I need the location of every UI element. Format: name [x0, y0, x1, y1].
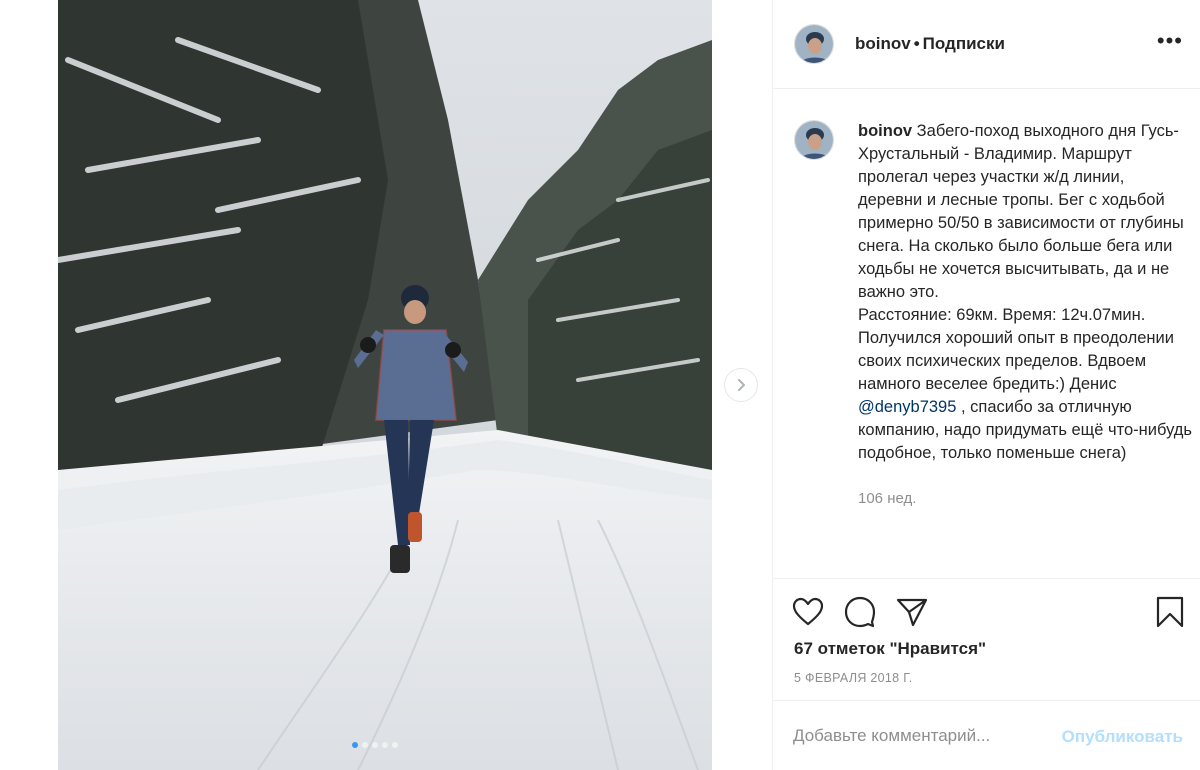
caption-text: boinov Забего-поход выходного дня Гусь-Х… [858, 120, 1193, 510]
follow-status[interactable]: Подписки [923, 34, 1005, 53]
user-avatar-icon [795, 121, 833, 159]
carousel-dot [362, 742, 368, 748]
caption-username[interactable]: boinov [858, 122, 912, 140]
chevron-right-icon [738, 379, 745, 391]
post-actions: 67 отметок "Нравится" 5 ФЕВРАЛЯ 2018 Г. [773, 578, 1200, 692]
more-options-button[interactable]: ••• [1157, 30, 1183, 52]
bookmark-icon [1156, 596, 1184, 628]
carousel-dot [352, 742, 358, 748]
user-avatar-icon [795, 25, 833, 63]
share-button[interactable] [895, 595, 929, 629]
snow-forest-photo [58, 0, 712, 770]
comment-bar: Опубликовать [773, 700, 1200, 770]
comment-icon [844, 596, 876, 628]
post-caption: boinov Забего-поход выходного дня Гусь-Х… [794, 120, 1194, 510]
caption-body-3: Получился хороший опыт в преодолении сво… [858, 329, 1174, 393]
post-photo[interactable] [58, 0, 712, 770]
comment-button[interactable] [843, 595, 877, 629]
avatar[interactable] [794, 120, 834, 160]
left-gutter [0, 0, 58, 770]
next-slide-button[interactable] [724, 368, 758, 402]
post-side-panel: boinov • Подписки ••• boinov Забего-поход … [772, 0, 1200, 770]
carousel-dot [382, 742, 388, 748]
post-date[interactable]: 5 ФЕВРАЛЯ 2018 Г. [794, 671, 913, 685]
comment-input[interactable] [793, 723, 1053, 749]
post-header: boinov • Подписки ••• [773, 0, 1200, 89]
save-button[interactable] [1153, 595, 1187, 629]
username-link[interactable]: boinov [855, 34, 911, 53]
share-icon [896, 598, 928, 627]
caption-body-2: Расстояние: 69км. Время: 12ч.07мин. [858, 306, 1146, 324]
likes-count[interactable]: 67 отметок "Нравится" [794, 639, 986, 659]
header-text: boinov • Подписки [855, 34, 1005, 54]
more-horizontal-icon: ••• [1156, 28, 1183, 53]
like-button[interactable] [791, 595, 825, 629]
carousel-dot [392, 742, 398, 748]
carousel-dot [372, 742, 378, 748]
caption-body-1: Забего-поход выходного дня Гусь-Хрусталь… [858, 122, 1184, 301]
separator-dot: • [913, 34, 920, 53]
avatar[interactable] [794, 24, 834, 64]
carousel-indicator [352, 742, 398, 748]
heart-icon [792, 597, 824, 626]
caption-time-ago[interactable]: 106 нед. [858, 487, 1193, 510]
mention-link[interactable]: @denyb7395 [858, 398, 956, 416]
publish-button[interactable]: Опубликовать [1062, 727, 1183, 747]
